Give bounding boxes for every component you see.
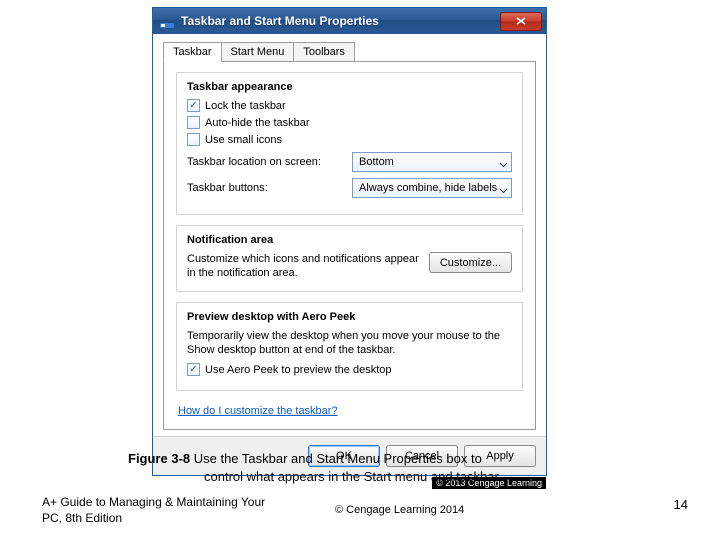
group-title-notification: Notification area (187, 234, 512, 246)
row-autohide: Auto-hide the taskbar (187, 116, 512, 129)
group-notification-area: Notification area Customize which icons … (176, 225, 523, 292)
notification-text: Customize which icons and notifications … (187, 252, 421, 281)
select-taskbar-buttons-value: Always combine, hide labels (359, 182, 497, 194)
tab-toolbars[interactable]: Toolbars (293, 42, 355, 62)
row-small-icons: Use small icons (187, 133, 512, 146)
close-icon (516, 17, 526, 25)
customize-button[interactable]: Customize... (429, 252, 512, 273)
checkbox-autohide[interactable] (187, 116, 200, 129)
checkbox-aero-peek[interactable]: ✓ (187, 363, 200, 376)
select-taskbar-location-value: Bottom (359, 156, 394, 168)
chevron-down-icon (500, 159, 507, 166)
label-small-icons: Use small icons (205, 134, 282, 146)
figure-label: Figure 3-8 (128, 451, 190, 466)
footer-book-title: A+ Guide to Managing & Maintaining Your … (42, 495, 272, 526)
label-taskbar-buttons: Taskbar buttons: (187, 182, 268, 194)
help-link-customize-taskbar[interactable]: How do I customize the taskbar? (178, 405, 338, 417)
figure-text-1: Use the Taskbar and Start Menu Propertie… (190, 451, 482, 466)
group-title-appearance: Taskbar appearance (187, 81, 512, 93)
footer-copyright: © Cengage Learning 2014 (335, 504, 464, 516)
checkbox-lock-taskbar[interactable]: ✓ (187, 99, 200, 112)
label-autohide: Auto-hide the taskbar (205, 117, 310, 129)
select-taskbar-location[interactable]: Bottom (352, 152, 512, 172)
figure-text-2: control what appears in the Start menu a… (128, 468, 499, 486)
label-lock-taskbar: Lock the taskbar (205, 100, 286, 112)
label-aero-peek: Use Aero Peek to preview the desktop (205, 364, 392, 376)
titlebar[interactable]: Taskbar and Start Menu Properties (153, 8, 546, 34)
select-taskbar-buttons[interactable]: Always combine, hide labels (352, 178, 512, 198)
label-taskbar-location: Taskbar location on screen: (187, 156, 321, 168)
tab-taskbar[interactable]: Taskbar (163, 42, 222, 62)
figure-caption: Figure 3-8 Use the Taskbar and Start Men… (128, 450, 608, 485)
dialog-body: Taskbar Start Menu Toolbars Taskbar appe… (153, 34, 546, 437)
group-aero-peek: Preview desktop with Aero Peek Temporari… (176, 302, 523, 392)
row-lock-taskbar: ✓ Lock the taskbar (187, 99, 512, 112)
row-taskbar-buttons: Taskbar buttons: Always combine, hide la… (187, 178, 512, 198)
taskbar-properties-dialog: Taskbar and Start Menu Properties Taskba… (152, 7, 547, 476)
chevron-down-icon (500, 185, 507, 192)
tab-panel-taskbar: Taskbar appearance ✓ Lock the taskbar Au… (163, 61, 536, 430)
row-taskbar-location: Taskbar location on screen: Bottom (187, 152, 512, 172)
aero-peek-text: Temporarily view the desktop when you mo… (187, 329, 512, 358)
tab-strip: Taskbar Start Menu Toolbars (163, 42, 536, 62)
footer-page-number: 14 (674, 497, 688, 512)
checkbox-small-icons[interactable] (187, 133, 200, 146)
system-icon (159, 13, 175, 29)
row-aero-peek: ✓ Use Aero Peek to preview the desktop (187, 363, 512, 376)
window-title: Taskbar and Start Menu Properties (181, 14, 500, 28)
group-title-aero-peek: Preview desktop with Aero Peek (187, 311, 512, 323)
group-taskbar-appearance: Taskbar appearance ✓ Lock the taskbar Au… (176, 72, 523, 215)
tab-start-menu[interactable]: Start Menu (221, 42, 295, 62)
close-button[interactable] (500, 12, 542, 31)
